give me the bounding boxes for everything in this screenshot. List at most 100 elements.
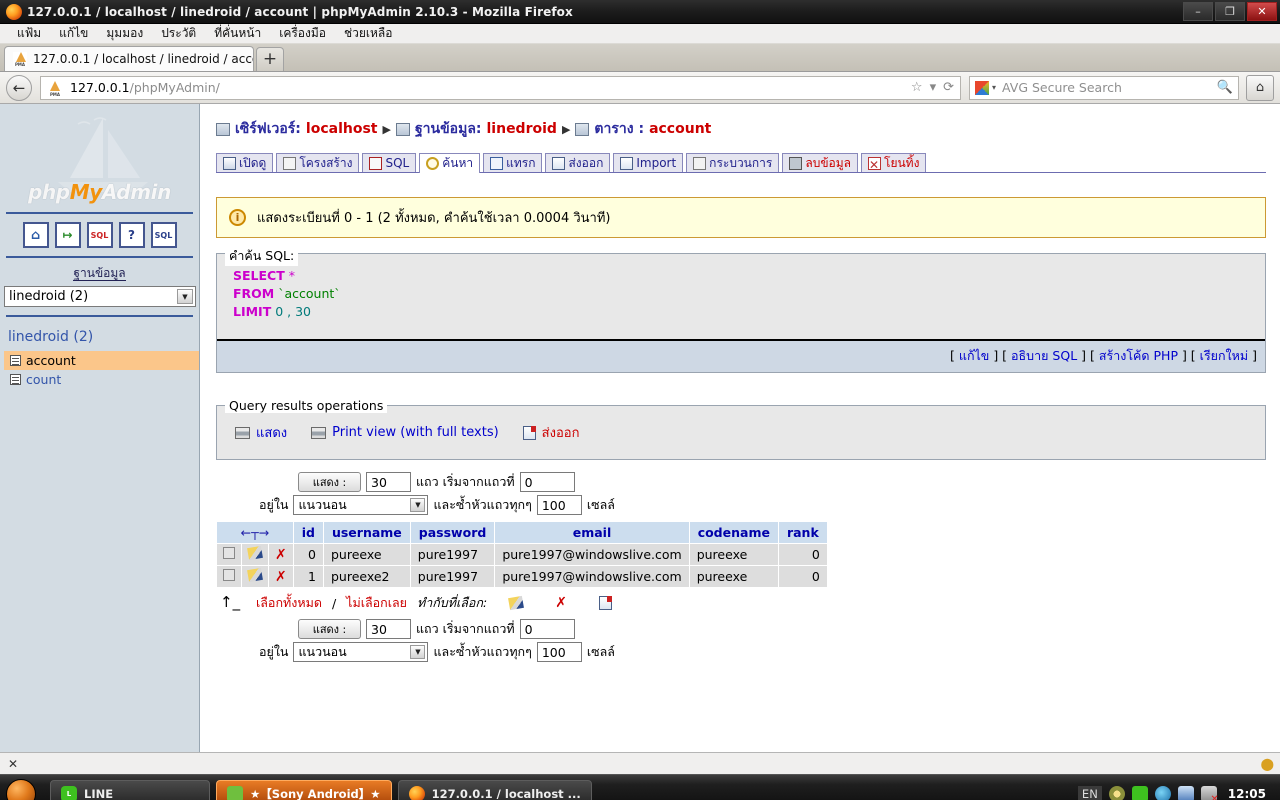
chevron-down-icon[interactable]: ▼ [410, 498, 426, 513]
reload-icon[interactable]: ⟳ [943, 80, 954, 95]
chevron-down-icon[interactable]: ▾ [930, 80, 937, 95]
op-print-full[interactable]: Print view (with full texts) [311, 425, 499, 440]
exit-icon[interactable]: ↦ [54, 222, 81, 248]
menu-edit[interactable]: แก้ไข [50, 24, 97, 43]
sort-nav-header[interactable]: ←┬→ [216, 521, 294, 545]
query-icon[interactable]: SQL [150, 222, 177, 248]
chevron-down-icon[interactable]: ▼ [410, 645, 426, 660]
delete-icon[interactable]: ✗ [275, 569, 287, 585]
address-bar[interactable]: 127.0.0.1 /phpMyAdmin/ ☆ ▾ ⟳ [40, 75, 961, 100]
repeat-input-bottom[interactable]: 100 [536, 642, 582, 663]
show-button-bottom[interactable]: แสดง : [298, 619, 361, 640]
menu-help[interactable]: ช่วยเหลือ [335, 24, 402, 43]
tab-sql[interactable]: SQL [362, 153, 417, 172]
search-dropdown-icon[interactable]: ▾ [992, 83, 996, 92]
show-button-top[interactable]: แสดง : [298, 472, 361, 493]
tab-operations[interactable]: กระบวนการ [686, 153, 780, 172]
sidebar-item-count[interactable]: count [4, 370, 199, 389]
breadcrumb-table-value[interactable]: account [649, 121, 711, 137]
new-tab-button[interactable]: + [256, 47, 284, 71]
taskbar-item-sony[interactable]: ★【Sony Android】★ [216, 779, 392, 800]
column-header-username[interactable]: username [322, 521, 411, 545]
minimize-button[interactable]: – [1183, 1, 1213, 21]
menu-view[interactable]: มุมมอง [97, 24, 152, 43]
back-button[interactable]: ← [6, 74, 32, 101]
delete-icon[interactable]: ✗ [275, 547, 287, 563]
line-tray-icon[interactable] [1131, 785, 1148, 800]
browser-tab-active[interactable]: 127.0.0.1 / localhost / linedroid / acco… [4, 46, 254, 71]
database-select[interactable]: linedroid (2) ▼ [4, 286, 196, 307]
tab-structure[interactable]: โครงสร้าง [276, 153, 360, 172]
bookmark-star-icon[interactable]: ☆ [911, 80, 923, 95]
link-create-php[interactable]: สร้างโค้ด PHP [1099, 348, 1178, 363]
row-edit-cell[interactable] [241, 565, 269, 589]
home-button[interactable]: ⌂ [1246, 74, 1274, 101]
chevron-down-icon[interactable]: ▼ [177, 289, 193, 304]
breadcrumb-server-value[interactable]: localhost [306, 121, 378, 137]
column-header-id[interactable]: id [292, 521, 324, 545]
language-indicator[interactable]: EN [1077, 785, 1102, 800]
tray-1-icon[interactable] [1108, 785, 1125, 800]
display-mode-select-bottom[interactable]: แนวนอน ▼ [293, 642, 429, 663]
row-checkbox[interactable] [223, 569, 235, 582]
close-button[interactable]: ✕ [1247, 1, 1277, 21]
start-button[interactable] [6, 778, 36, 800]
pencil-icon[interactable] [508, 596, 525, 611]
deselect-all-link[interactable]: ไม่เลือกเลย [346, 593, 407, 613]
op-print[interactable]: แสดง [235, 422, 287, 443]
column-header-codename[interactable]: codename [688, 521, 779, 545]
tab-search[interactable]: ค้นหา [419, 153, 481, 173]
link-refresh[interactable]: เรียกใหม่ [1200, 348, 1248, 363]
taskbar-item-firefox[interactable]: 127.0.0.1 / localhost ... [397, 779, 592, 800]
start-row-input-bottom[interactable]: 0 [519, 619, 575, 640]
tab-export[interactable]: ส่งออก [545, 153, 611, 172]
tab-insert[interactable]: แทรก [483, 153, 543, 172]
row-checkbox[interactable] [223, 547, 235, 560]
network-tray-icon[interactable] [1200, 785, 1219, 800]
column-header-rank[interactable]: rank [777, 521, 828, 545]
row-delete-cell[interactable]: ✗ [268, 565, 294, 589]
home-icon[interactable]: ⌂ [22, 222, 49, 248]
clock[interactable]: 12:05 [1228, 787, 1266, 800]
delete-icon[interactable]: ✗ [555, 596, 567, 610]
menu-bookmarks[interactable]: ที่คั่นหน้า [205, 24, 270, 43]
pencil-icon[interactable] [247, 546, 263, 561]
tab-browse[interactable]: เปิดดู [216, 153, 274, 172]
select-all-link[interactable]: เลือกทั้งหมด [256, 593, 322, 613]
column-header-password[interactable]: password [409, 521, 496, 545]
tab-empty[interactable]: ลบข้อมูล [782, 153, 858, 172]
menu-tools[interactable]: เครื่องมือ [270, 24, 335, 43]
column-header-email[interactable]: email [494, 521, 690, 545]
rows-input-bottom[interactable]: 30 [366, 619, 411, 640]
tab-import[interactable]: Import [613, 153, 684, 172]
sidebar-item-account[interactable]: account [4, 351, 199, 370]
taskbar-item-line[interactable]: L LINE [50, 779, 210, 800]
pma-logo[interactable]: phpMyAdmin [0, 110, 199, 210]
sql-icon[interactable]: SQL [86, 222, 113, 248]
downloader-tray-icon[interactable] [1154, 785, 1171, 800]
row-edit-cell[interactable] [241, 543, 269, 567]
tab-drop[interactable]: ✕ โยนทิ้ง [861, 153, 927, 172]
restore-button[interactable]: ❐ [1215, 1, 1245, 21]
op-export[interactable]: ส่งออก [522, 422, 579, 443]
breadcrumb-db-value[interactable]: linedroid [487, 121, 557, 137]
row-checkbox-cell[interactable] [216, 565, 242, 589]
menu-file[interactable]: แฟ้ม [8, 24, 50, 43]
link-explain-sql[interactable]: อธิบาย SQL [1011, 348, 1077, 363]
link-edit-query[interactable]: แก้ไข [959, 348, 989, 363]
search-icon[interactable]: 🔍 [1217, 80, 1233, 95]
search-bar[interactable]: ▾ AVG Secure Search 🔍 [969, 75, 1239, 100]
pencil-icon[interactable] [247, 568, 263, 583]
help-icon[interactable]: ? [118, 222, 145, 248]
menu-history[interactable]: ประวัติ [152, 24, 205, 43]
start-row-input-top[interactable]: 0 [519, 472, 575, 493]
display-mode-select-top[interactable]: แนวนอน ▼ [293, 495, 429, 516]
sidebar-db-heading[interactable]: linedroid (2) [0, 319, 199, 351]
export-icon[interactable] [598, 596, 612, 611]
repeat-input-top[interactable]: 100 [536, 495, 582, 516]
row-checkbox-cell[interactable] [216, 543, 242, 567]
row-delete-cell[interactable]: ✗ [268, 543, 294, 567]
close-icon[interactable]: ✕ [8, 757, 18, 771]
rows-input-top[interactable]: 30 [366, 472, 411, 493]
display-tray-icon[interactable] [1177, 785, 1194, 800]
